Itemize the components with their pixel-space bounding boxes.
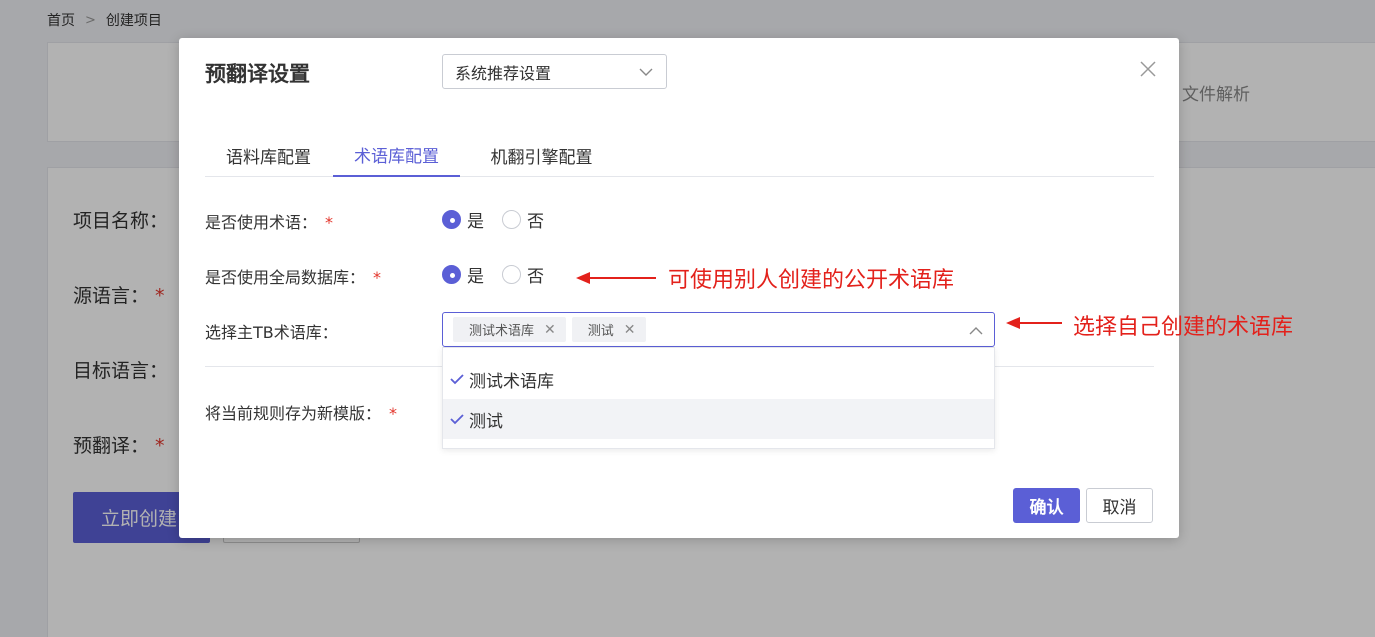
- arrow-left-icon: [1006, 317, 1062, 329]
- preset-select[interactable]: 系统推荐设置: [442, 54, 667, 89]
- tab-mt-engine-config[interactable]: 机翻引擎配置: [469, 133, 614, 177]
- save-template-label: 将当前规则存为新模版： *: [205, 404, 398, 423]
- radio-label: 否: [527, 212, 544, 232]
- use-term-yes-radio[interactable]: 是: [442, 207, 484, 232]
- radio-label: 是: [467, 267, 484, 287]
- radio-checked-icon: [442, 265, 461, 284]
- chevron-down-icon: [639, 68, 653, 76]
- dropdown-option[interactable]: 测试: [443, 399, 994, 439]
- annotation-own-db: 选择自己创建的术语库: [1073, 315, 1294, 340]
- dropdown-option-label: 测试术语库: [469, 371, 554, 392]
- radio-unchecked-icon: [502, 210, 521, 229]
- close-icon[interactable]: [1139, 60, 1157, 78]
- tab-corpus-config[interactable]: 语料库配置: [205, 133, 332, 177]
- use-global-db-label: 是否使用全局数据库： *: [205, 268, 382, 287]
- use-global-db-yes-radio[interactable]: 是: [442, 262, 484, 287]
- tab-bar: 语料库配置 术语库配置 机翻引擎配置: [205, 133, 1154, 177]
- chevron-up-icon[interactable]: [968, 323, 984, 339]
- dialog-title: 预翻译设置: [205, 62, 310, 86]
- main-tb-label: 选择主TB术语库：: [205, 323, 338, 342]
- cancel-button[interactable]: 取消: [1086, 488, 1153, 523]
- radio-unchecked-icon: [502, 265, 521, 284]
- radio-checked-icon: [442, 210, 461, 229]
- tag-item: 测试 ✕: [571, 317, 646, 342]
- tag-close-icon[interactable]: ✕: [544, 322, 556, 338]
- tag-close-icon[interactable]: ✕: [624, 322, 636, 338]
- use-global-db-radio-group: 是 否: [442, 262, 562, 287]
- check-icon: [450, 414, 464, 425]
- confirm-button[interactable]: 确认: [1013, 488, 1080, 523]
- annotation-global-db: 可使用别人创建的公开术语库: [668, 268, 955, 293]
- tag-item: 测试术语库 ✕: [453, 317, 566, 342]
- tab-term-config[interactable]: 术语库配置: [333, 133, 460, 177]
- dropdown-option-label: 测试: [469, 411, 503, 432]
- arrow-left-icon: [576, 272, 656, 284]
- tag-label: 测试术语库: [469, 324, 535, 339]
- use-term-radio-group: 是 否: [442, 207, 562, 232]
- main-tb-select[interactable]: 测试术语库 ✕ 测试 ✕: [442, 312, 995, 347]
- check-icon: [450, 374, 464, 385]
- tag-label: 测试: [587, 324, 614, 339]
- radio-label: 是: [467, 212, 484, 232]
- radio-label: 否: [527, 267, 544, 287]
- use-term-no-radio[interactable]: 否: [502, 207, 544, 232]
- dropdown-option[interactable]: 测试术语库: [443, 359, 994, 399]
- preset-select-value: 系统推荐设置: [455, 63, 552, 83]
- use-global-db-no-radio[interactable]: 否: [502, 262, 544, 287]
- main-tb-dropdown: 测试术语库 测试: [442, 347, 995, 449]
- use-term-label: 是否使用术语： *: [205, 213, 334, 232]
